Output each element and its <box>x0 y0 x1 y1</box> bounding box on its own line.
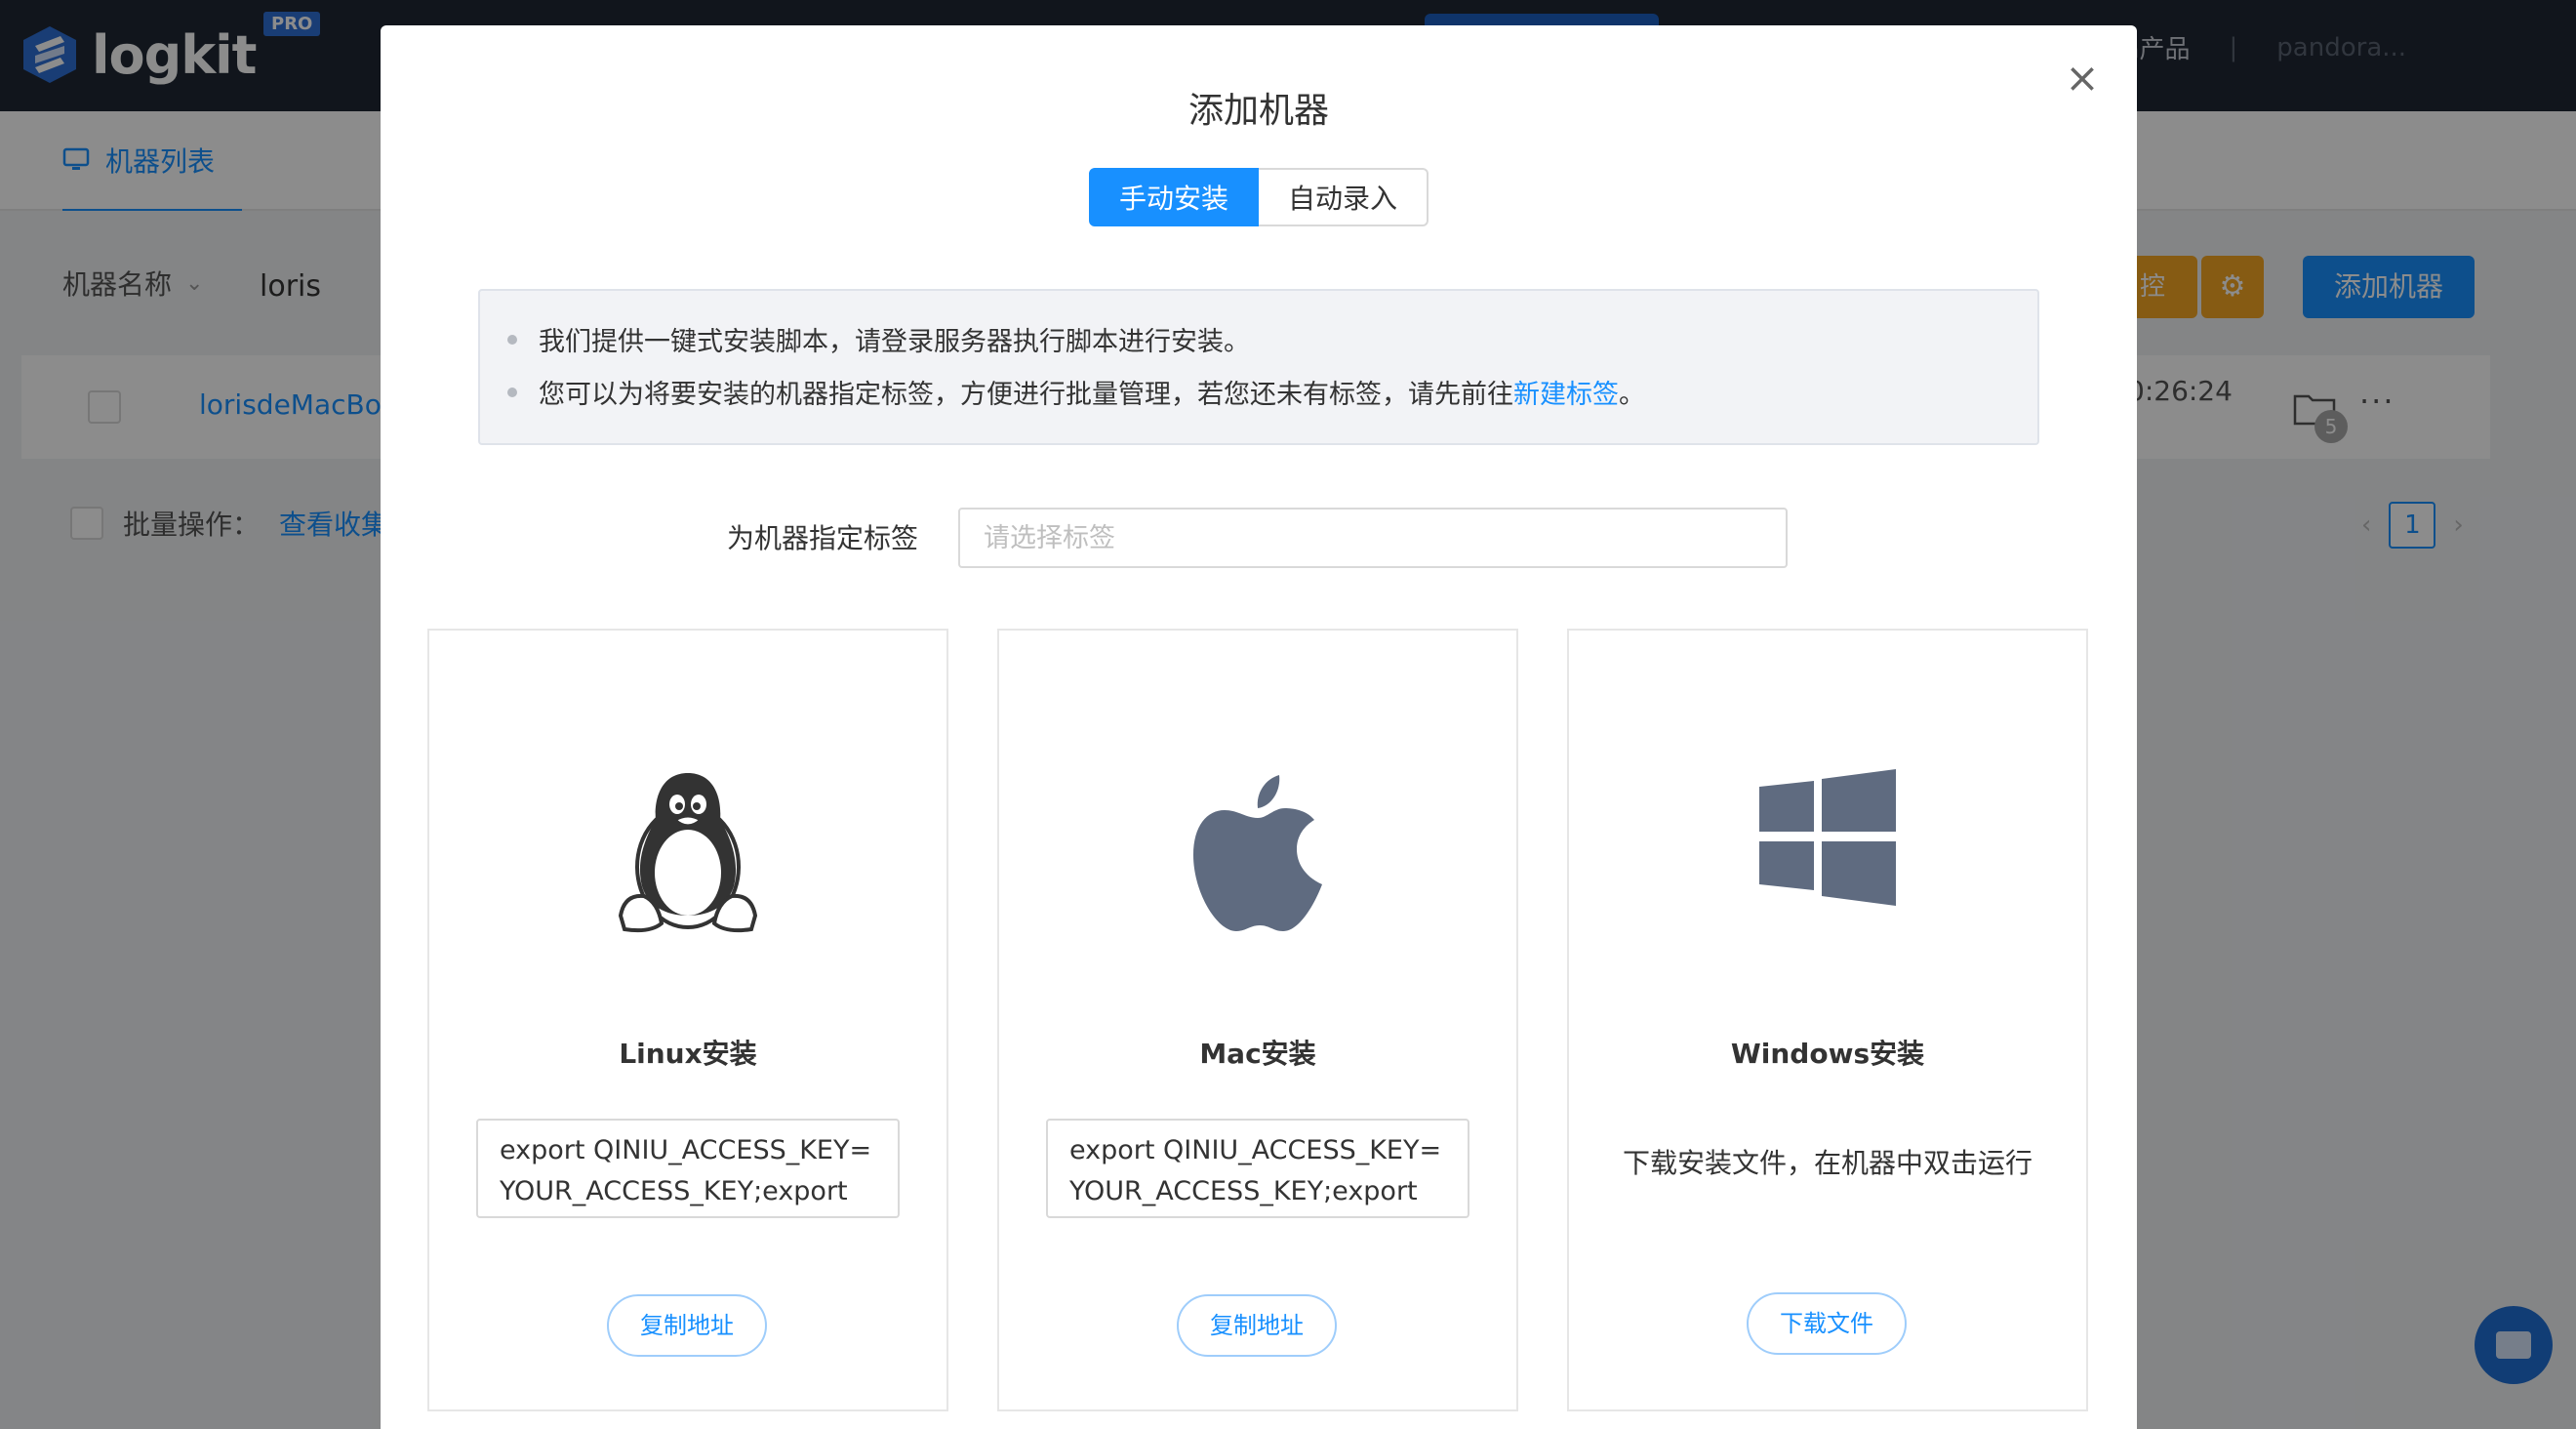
install-mode-tabs: 手动安装 自动录入 <box>1089 168 1429 226</box>
windows-download-button[interactable]: 下载文件 <box>1747 1292 1907 1355</box>
mac-card-title: Mac安装 <box>1199 1038 1316 1070</box>
mac-install-command[interactable]: export QINIU_ACCESS_KEY=YOUR_ACCESS_KEY;… <box>1046 1119 1469 1218</box>
modal-title: 添加机器 <box>1187 91 1329 131</box>
linux-icon-wrap <box>429 769 946 935</box>
linux-copy-button[interactable]: 复制地址 <box>607 1294 767 1357</box>
tab-auto-register[interactable]: 自动录入 <box>1259 168 1429 226</box>
linux-card-title: Linux安装 <box>619 1038 757 1070</box>
mac-icon-wrap <box>999 769 1516 935</box>
tag-select-input[interactable] <box>958 508 1788 568</box>
linux-install-card: Linux安装 export QINIU_ACCESS_KEY=YOUR_ACC… <box>427 629 948 1411</box>
tab-manual-install[interactable]: 手动安装 <box>1089 168 1259 226</box>
windows-icon <box>1759 769 1896 906</box>
linux-install-command[interactable]: export QINIU_ACCESS_KEY=YOUR_ACCESS_KEY;… <box>476 1119 900 1218</box>
notice-line-2-suffix: 。 <box>1619 380 1645 410</box>
windows-icon-wrap <box>1569 769 2086 935</box>
close-icon[interactable]: × <box>2061 57 2104 100</box>
windows-card-title: Windows安装 <box>1730 1038 1925 1070</box>
mac-install-card: Mac安装 export QINIU_ACCESS_KEY=YOUR_ACCES… <box>997 629 1518 1411</box>
notice-line-1: 我们提供一键式安装脚本，请登录服务器执行脚本进行安装。 <box>507 320 1250 358</box>
tag-select-label: 为机器指定标签 <box>727 522 919 554</box>
apple-icon <box>1193 775 1322 931</box>
add-machine-modal: 添加机器 × 手动安装 自动录入 我们提供一键式安装脚本，请登录服务器执行脚本进… <box>381 25 2137 1429</box>
notice-line-2-text: 您可以为将要安装的机器指定标签，方便进行批量管理，若您还未有标签，请先前往 <box>539 380 1513 410</box>
new-tag-link[interactable]: 新建标签 <box>1513 380 1619 410</box>
linux-penguin-icon <box>618 773 758 933</box>
mac-copy-button[interactable]: 复制地址 <box>1177 1294 1337 1357</box>
windows-install-card: Windows安装 下载安装文件，在机器中双击运行 下载文件 <box>1567 629 2088 1411</box>
windows-card-description: 下载安装文件，在机器中双击运行 <box>1622 1147 2033 1179</box>
notice-line-2: 您可以为将要安装的机器指定标签，方便进行批量管理，若您还未有标签，请先前往新建标… <box>507 373 1645 411</box>
install-notice: 我们提供一键式安装脚本，请登录服务器执行脚本进行安装。 您可以为将要安装的机器指… <box>478 289 2039 445</box>
